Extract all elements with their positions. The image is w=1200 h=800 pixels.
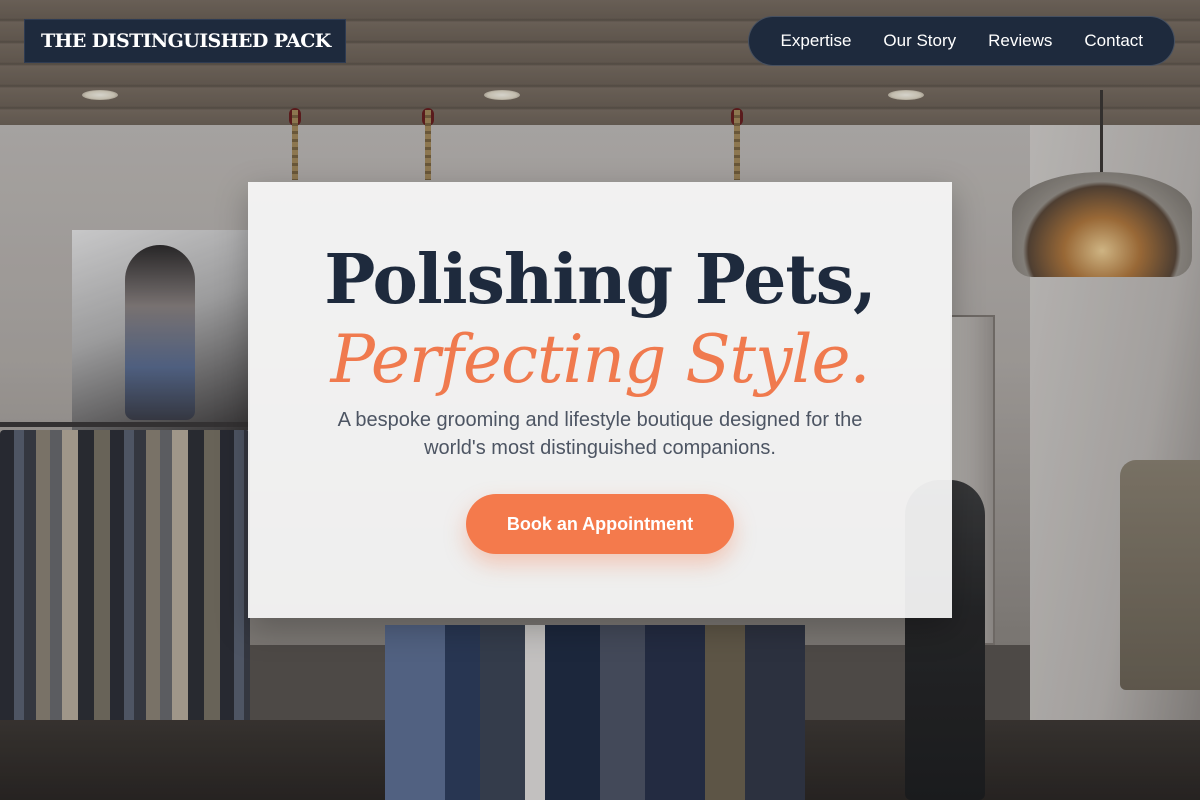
nav-link-reviews[interactable]: Reviews (988, 31, 1052, 51)
hero-subtitle: A bespoke grooming and lifestyle boutiqu… (337, 409, 863, 459)
brand-logo[interactable]: THE DISTINGUISHED PACK (24, 19, 346, 63)
nav-link-contact[interactable]: Contact (1084, 31, 1143, 51)
hero-title-accent: Perfecting Style. (330, 321, 870, 398)
main-nav: Expertise Our Story Reviews Contact (747, 16, 1175, 66)
brand-logo-text: THE DISTINGUISHED PACK (41, 30, 331, 52)
book-appointment-button[interactable]: Book an Appointment (466, 494, 734, 554)
hero-title: Polishing Pets, (324, 240, 876, 320)
nav-link-expertise[interactable]: Expertise (781, 31, 852, 51)
hero-card: Polishing Pets, Perfecting Style. A besp… (248, 182, 952, 618)
nav-link-our-story[interactable]: Our Story (883, 31, 956, 51)
